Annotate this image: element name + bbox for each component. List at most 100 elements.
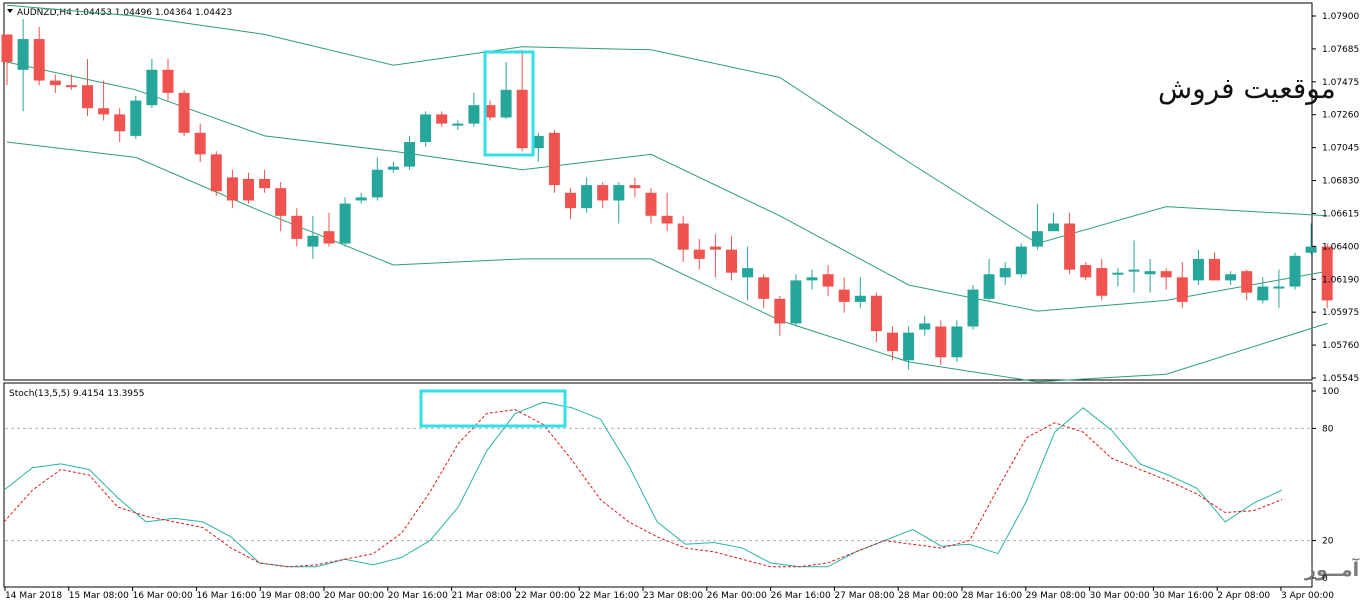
- price-chart-panel[interactable]: AUDNZD,H4 1.04453 1.04496 1.04364 1.0442…: [1, 2, 1336, 383]
- candle-body: [1064, 223, 1076, 270]
- candle-body: [597, 185, 609, 201]
- price-label: 1.07260: [1322, 111, 1359, 121]
- candle-body: [661, 215, 673, 224]
- candle-body: [98, 108, 110, 115]
- candle-body: [436, 114, 448, 124]
- price-label: 1.07685: [1322, 45, 1359, 55]
- candle-body: [162, 69, 174, 93]
- candle: [130, 95, 142, 139]
- candle-body: [355, 197, 367, 201]
- candle-body: [645, 192, 657, 216]
- candle-body: [887, 332, 898, 352]
- stochastic-axis: 100 80 20 0: [1312, 387, 1339, 584]
- candle-body: [226, 177, 238, 201]
- time-label: 3 Apr 00:00: [1281, 591, 1334, 601]
- time-label: 16 Mar 16:00: [196, 591, 256, 601]
- candle-body: [1257, 286, 1269, 301]
- candle-body: [1160, 271, 1172, 278]
- candle-body: [130, 100, 142, 136]
- candle-body: [903, 332, 915, 361]
- candle-body: [194, 132, 206, 155]
- candle: [178, 89, 190, 136]
- time-label: 22 Mar 00:00: [515, 591, 575, 601]
- price-label: 1.06830: [1322, 177, 1359, 187]
- candle-body: [291, 215, 303, 239]
- candle-body: [677, 223, 689, 250]
- candle-body: [178, 92, 190, 133]
- stoch-level-label: 20: [1322, 537, 1334, 547]
- time-label: 21 Mar 08:00: [452, 591, 512, 601]
- candle-body: [1289, 255, 1301, 287]
- time-label: 19 Mar 08:00: [260, 591, 320, 601]
- candle-body: [323, 231, 335, 244]
- candle-body: [1192, 258, 1204, 281]
- candle-body: [339, 203, 351, 244]
- candle-body: [114, 114, 126, 132]
- candle-body: [516, 89, 528, 149]
- candle-body: [49, 80, 61, 86]
- candle-body: [420, 114, 432, 143]
- candle-body: [1015, 246, 1027, 275]
- candle-body: [935, 326, 947, 358]
- candle-body: [806, 277, 818, 281]
- candle-body: [500, 89, 512, 118]
- candle-body: [307, 235, 319, 247]
- time-label: 28 Mar 16:00: [962, 591, 1022, 601]
- candle: [790, 274, 802, 327]
- candle-body: [838, 289, 850, 302]
- candle-body: [967, 289, 979, 327]
- candle: [1289, 252, 1301, 290]
- time-label: 2 Apr 08:00: [1217, 591, 1270, 601]
- candle-body: [82, 85, 93, 109]
- time-label: 14 Mar 2018: [5, 591, 62, 601]
- candle-body: [822, 274, 834, 287]
- time-label: 20 Mar 00:00: [324, 591, 384, 601]
- candle-body: [1305, 246, 1317, 253]
- candle-body: [1273, 286, 1285, 289]
- price-label: 1.06615: [1322, 209, 1359, 219]
- candle-body: [1209, 258, 1220, 281]
- time-label: 29 Mar 08:00: [1026, 591, 1086, 601]
- trading-chart[interactable]: AUDNZD,H4 1.04453 1.04496 1.04364 1.0442…: [0, 0, 1364, 605]
- candle-body: [146, 69, 158, 106]
- time-label: 26 Mar 16:00: [771, 591, 831, 601]
- candle: [967, 285, 979, 330]
- candle-body: [275, 188, 287, 216]
- watermark-text: انتشار در وبسایت ســود آمــوز: [1304, 557, 1364, 581]
- candle-body: [1, 34, 13, 63]
- candle: [951, 320, 963, 362]
- candle: [548, 129, 560, 193]
- time-label: 27 Mar 08:00: [834, 591, 894, 601]
- candle-body: [951, 326, 963, 358]
- price-label: 1.06190: [1322, 275, 1359, 285]
- candle-body: [1048, 223, 1059, 232]
- candle-body: [452, 123, 464, 126]
- candle-body: [1241, 271, 1253, 293]
- candle-body: [999, 268, 1011, 278]
- candle-body: [468, 105, 480, 124]
- candle: [1015, 243, 1027, 278]
- time-label: 23 Mar 08:00: [643, 591, 703, 601]
- candle-body: [1128, 269, 1140, 272]
- price-label: 1.05545: [1322, 374, 1359, 384]
- candle-body: [613, 185, 625, 201]
- candle-body: [774, 298, 786, 324]
- price-chart-frame: [3, 2, 1313, 381]
- time-axis: 14 Mar 2018 15 Mar 08:00 16 Mar 00:00 16 Ma…: [4, 587, 1334, 601]
- candle-body: [1225, 274, 1237, 281]
- time-label: 16 Mar 00:00: [133, 591, 193, 601]
- candle-body: [17, 39, 29, 70]
- price-label: 1.07475: [1322, 78, 1359, 88]
- candle-body: [742, 268, 754, 278]
- price-label: 1.07900: [1322, 12, 1359, 22]
- candle-body: [1112, 272, 1124, 275]
- price-label: 1.05975: [1322, 308, 1359, 318]
- stochastic-panel[interactable]: Stoch(13,5,5) 9.4154 13.3955 انتشار در و…: [3, 382, 1364, 588]
- candle-body: [1176, 277, 1188, 302]
- candle-body: [870, 295, 882, 332]
- time-label: 15 Mar 08:00: [69, 591, 129, 601]
- stoch-level-label: 0: [1322, 574, 1328, 584]
- candle-body: [210, 154, 222, 192]
- candle-body: [243, 178, 254, 201]
- candle-body: [565, 192, 576, 209]
